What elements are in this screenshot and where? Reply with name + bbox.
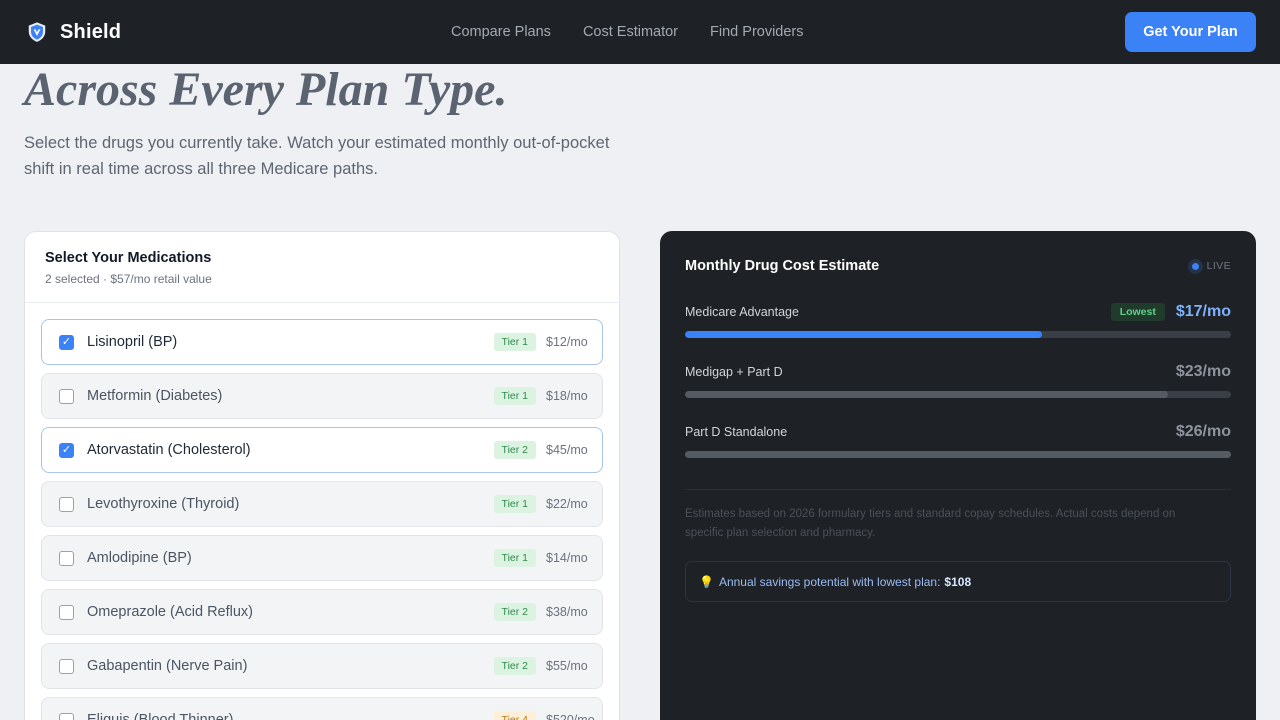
cost-bar-track — [685, 391, 1231, 398]
shield-icon — [28, 22, 46, 42]
medication-price: $520/mo — [546, 713, 595, 720]
medication-row-metformin[interactable]: Metformin (Diabetes) Tier 1 $18/mo — [41, 373, 603, 419]
divider — [685, 489, 1231, 490]
tier-badge: Tier 1 — [493, 333, 536, 351]
tier-badge: Tier 1 — [493, 549, 536, 567]
live-label: LIVE — [1206, 260, 1231, 272]
medication-name: Eliquis (Blood Thinner) — [87, 712, 234, 720]
medication-checkbox[interactable] — [59, 550, 74, 566]
medication-name: Lisinopril (BP) — [87, 334, 178, 350]
medication-checkbox[interactable]: ✓ — [59, 334, 74, 350]
medication-price: $22/mo — [546, 497, 588, 511]
estimate-title: Monthly Drug Cost Estimate — [685, 258, 880, 274]
cost-bar-fill — [685, 451, 1231, 458]
tier-badge: Tier 2 — [493, 603, 536, 621]
medication-row-amlodipine[interactable]: Amlodipine (BP) Tier 1 $14/mo — [41, 535, 603, 581]
nav-links: Compare Plans Cost Estimator Find Provid… — [451, 0, 804, 64]
nav-link-compare-plans[interactable]: Compare Plans — [451, 24, 551, 40]
cost-bar-fill — [685, 391, 1169, 398]
top-nav: Shield Compare Plans Cost Estimator Find… — [0, 0, 1280, 64]
medication-card-title: Select Your Medications — [45, 250, 212, 266]
medication-price: $18/mo — [546, 389, 588, 403]
plan-cost: $23/mo — [1175, 363, 1231, 380]
medication-checkbox[interactable] — [59, 712, 74, 720]
medication-checkbox[interactable] — [59, 604, 74, 620]
medication-name: Gabapentin (Nerve Pain) — [87, 658, 248, 674]
medication-selection-summary: 2 selected · $57/mo retail value — [45, 272, 212, 286]
medication-row-levothyroxine[interactable]: Levothyroxine (Thyroid) Tier 1 $22/mo — [41, 481, 603, 527]
medication-row-eliquis[interactable]: Eliquis (Blood Thinner) Tier 4 $520/mo — [41, 697, 603, 720]
check-icon: ✓ — [61, 443, 72, 456]
estimate-disclaimer: Estimates based on 2026 formulary tiers … — [685, 508, 1176, 539]
cost-bar-fill — [685, 331, 1043, 338]
plan-cost-group: Lowest $17/mo — [1110, 303, 1231, 321]
medication-name: Levothyroxine (Thyroid) — [87, 496, 240, 512]
brand-name: Shield — [60, 20, 122, 43]
nav-link-cost-estimator[interactable]: Cost Estimator — [583, 24, 678, 40]
plan-cost: $17/mo — [1175, 303, 1231, 320]
tier-badge: Tier 1 — [493, 387, 536, 405]
plan-cost-group: $23/mo — [1176, 363, 1231, 381]
cost-bar-track — [685, 451, 1231, 458]
lightbulb-icon: 💡 — [699, 574, 714, 589]
medication-selector-card: Select Your Medications 2 selected · $57… — [24, 231, 620, 720]
medication-price: $14/mo — [546, 551, 588, 565]
medication-price: $55/mo — [546, 659, 588, 673]
plan-name: Medicare Advantage — [685, 305, 799, 319]
hero-title: Across Every Plan Type. — [24, 63, 508, 116]
plan-header: Medigap + Part D $23/mo — [685, 361, 1231, 383]
medication-name: Atorvastatin (Cholesterol) — [87, 442, 251, 458]
nav-link-find-providers[interactable]: Find Providers — [710, 24, 803, 40]
medication-price: $12/mo — [546, 335, 588, 349]
medication-name: Metformin (Diabetes) — [87, 388, 223, 404]
hero-subtitle: Select the drugs you currently take. Wat… — [24, 134, 610, 178]
plan-cost-list: Medicare Advantage Lowest $17/mo Medigap + … — [685, 301, 1231, 481]
plan-cost: $26/mo — [1175, 423, 1231, 440]
medication-checkbox[interactable] — [59, 496, 74, 512]
plan-medicare-advantage: Medicare Advantage Lowest $17/mo — [685, 301, 1231, 361]
savings-amount: $108 — [944, 574, 972, 589]
cost-bar-track — [685, 331, 1231, 338]
tier-badge: Tier 2 — [493, 441, 536, 459]
plan-name: Medigap + Part D — [685, 365, 783, 379]
live-dot-icon — [1187, 258, 1203, 274]
brand[interactable]: Shield — [26, 21, 121, 44]
estimate-header: Monthly Drug Cost Estimate LIVE — [685, 231, 1231, 301]
annual-savings-callout: 💡 Annual savings potential with lowest p… — [685, 561, 1231, 602]
live-indicator: LIVE — [1187, 258, 1231, 274]
medication-row-lisinopril[interactable]: ✓ Lisinopril (BP) Tier 1 $12/mo — [41, 319, 603, 365]
medication-name: Amlodipine (BP) — [87, 550, 192, 566]
medication-list: ✓ Lisinopril (BP) Tier 1 $12/mo Metformin (D… — [25, 303, 619, 720]
cost-estimate-panel: Monthly Drug Cost Estimate LIVE Medicare… — [660, 231, 1256, 720]
medication-checkbox[interactable] — [59, 658, 74, 674]
savings-text: Annual savings potential with lowest pla… — [718, 574, 941, 589]
plan-cost-group: $26/mo — [1176, 423, 1231, 441]
medication-row-omeprazole[interactable]: Omeprazole (Acid Reflux) Tier 2 $38/mo — [41, 589, 603, 635]
medication-card-header: Select Your Medications 2 selected · $57… — [25, 232, 619, 303]
plan-header: Medicare Advantage Lowest $17/mo — [685, 301, 1231, 323]
medication-checkbox[interactable] — [59, 388, 74, 404]
tier-badge: Tier 2 — [493, 657, 536, 675]
get-your-plan-button[interactable]: Get Your Plan — [1125, 12, 1256, 52]
lowest-badge: Lowest — [1110, 303, 1165, 321]
medication-row-atorvastatin[interactable]: ✓ Atorvastatin (Cholesterol) Tier 2 $45/mo — [41, 427, 603, 473]
plan-name: Part D Standalone — [685, 425, 788, 439]
tier-badge: Tier 4 — [493, 711, 536, 720]
plan-medigap-part-d: Medigap + Part D $23/mo — [685, 361, 1231, 421]
plan-part-d-standalone: Part D Standalone $26/mo — [685, 421, 1231, 481]
medication-row-gabapentin[interactable]: Gabapentin (Nerve Pain) Tier 2 $55/mo — [41, 643, 603, 689]
tier-badge: Tier 1 — [493, 495, 536, 513]
check-icon: ✓ — [61, 335, 72, 348]
medication-checkbox[interactable]: ✓ — [59, 442, 74, 458]
plan-header: Part D Standalone $26/mo — [685, 421, 1231, 443]
medication-price: $38/mo — [546, 605, 588, 619]
medication-price: $45/mo — [546, 443, 588, 457]
medication-name: Omeprazole (Acid Reflux) — [87, 604, 253, 620]
